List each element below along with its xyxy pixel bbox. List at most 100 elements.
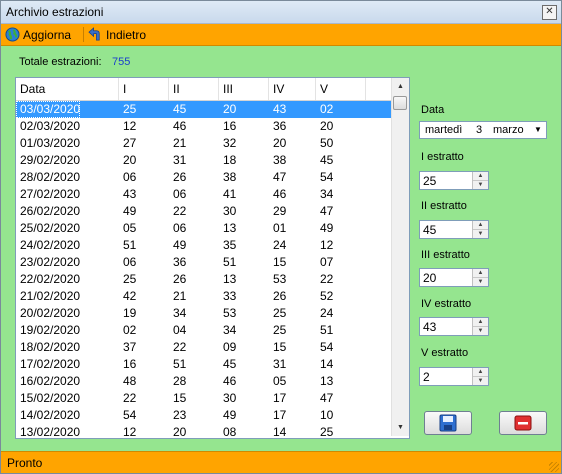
delete-button[interactable] (499, 411, 547, 435)
col-header-v[interactable]: V (316, 78, 366, 100)
table-row[interactable]: 20/02/2020 19 34 53 25 24 (16, 305, 392, 322)
scroll-thumb[interactable] (393, 96, 407, 110)
cell-date: 23/02/2020 (20, 255, 81, 269)
col-header-data[interactable]: Data (16, 78, 119, 100)
table-row[interactable]: 18/02/2020 37 22 09 15 54 (16, 339, 392, 356)
back-button[interactable]: Indietro (88, 26, 146, 43)
extract-1-stepper[interactable]: 25 ▲ ▼ (419, 171, 489, 190)
cell-number: 20 (123, 153, 137, 167)
spin-down-icon[interactable]: ▼ (473, 377, 488, 385)
cell-number: 26 (173, 272, 187, 286)
extract-4-stepper[interactable]: 43 ▲ ▼ (419, 317, 489, 336)
extract-5-stepper[interactable]: 2 ▲ ▼ (419, 367, 489, 386)
table-row[interactable]: 02/03/2020 12 46 16 36 20 (16, 118, 392, 135)
table-row[interactable]: 27/02/2020 43 06 41 46 34 (16, 186, 392, 203)
cell-date: 24/02/2020 (20, 238, 81, 252)
table-row[interactable]: 25/02/2020 05 06 13 01 49 (16, 220, 392, 237)
spin-up-icon[interactable]: ▲ (473, 368, 488, 377)
cell-number: 34 (173, 306, 187, 320)
col-header-iv[interactable]: IV (269, 78, 316, 100)
cell-number: 38 (223, 170, 237, 184)
extract-3-stepper[interactable]: 20 ▲ ▼ (419, 268, 489, 287)
table-row[interactable]: 16/02/2020 48 28 46 05 13 (16, 373, 392, 390)
cell-number: 13 (223, 221, 237, 235)
cell-number: 36 (173, 255, 187, 269)
cell-number: 06 (173, 187, 187, 201)
table-row[interactable]: 01/03/2020 27 21 32 20 50 (16, 135, 392, 152)
field-label-1: I estratto (421, 151, 464, 163)
extract-2-value: 45 (423, 223, 437, 237)
archive-window: Archivio estrazioni ✕ Aggiorna Indietro … (0, 0, 562, 474)
cell-number: 26 (173, 170, 187, 184)
extract-2-stepper[interactable]: 45 ▲ ▼ (419, 220, 489, 239)
cell-number: 25 (320, 425, 334, 439)
cell-number: 51 (320, 323, 334, 337)
table-row[interactable]: 17/02/2020 16 51 45 31 14 (16, 356, 392, 373)
spin-down-icon[interactable]: ▼ (473, 181, 488, 189)
cell-number: 37 (123, 340, 137, 354)
spin-down-icon[interactable]: ▼ (473, 230, 488, 238)
cell-number: 17 (273, 408, 287, 422)
toolbar-separator (83, 27, 84, 42)
table-row[interactable]: 19/02/2020 02 04 34 25 51 (16, 322, 392, 339)
extractions-table[interactable]: Data I II III IV V 03/03/2020 25 45 20 43 02 0… (15, 77, 410, 439)
extract-4-value: 43 (423, 320, 437, 334)
cell-date: 03/03/2020 (16, 101, 81, 118)
cell-number: 33 (223, 289, 237, 303)
cell-number: 23 (173, 408, 187, 422)
cell-date: 13/02/2020 (20, 425, 81, 439)
spin-down-icon[interactable]: ▼ (473, 278, 488, 286)
table-row[interactable]: 26/02/2020 49 22 30 29 47 (16, 203, 392, 220)
table-row[interactable]: 14/02/2020 54 23 49 17 10 (16, 407, 392, 424)
cell-number: 15 (273, 340, 287, 354)
table-row[interactable]: 24/02/2020 51 49 35 24 12 (16, 237, 392, 254)
refresh-button[interactable]: Aggiorna (5, 26, 71, 43)
cell-number: 28 (173, 374, 187, 388)
cell-number: 30 (223, 391, 237, 405)
spin-up-icon[interactable]: ▲ (473, 269, 488, 278)
table-row[interactable]: 21/02/2020 42 21 33 26 52 (16, 288, 392, 305)
cell-number: 07 (320, 255, 334, 269)
save-button[interactable] (424, 411, 472, 435)
cell-number: 04 (173, 323, 187, 337)
field-label-3: III estratto (421, 249, 470, 261)
date-picker[interactable]: martedì 3 marzo ▼ (419, 121, 547, 139)
spin-up-icon[interactable]: ▲ (473, 221, 488, 230)
cell-number: 51 (173, 357, 187, 371)
cell-number: 01 (273, 221, 287, 235)
cell-number: 46 (273, 187, 287, 201)
cell-number: 21 (173, 289, 187, 303)
cell-number: 20 (173, 425, 187, 439)
table-row[interactable]: 13/02/2020 12 20 08 14 25 (16, 424, 392, 439)
spin-down-icon[interactable]: ▼ (473, 327, 488, 335)
cell-number: 47 (320, 204, 334, 218)
cell-number: 27 (123, 136, 137, 150)
table-row[interactable]: 23/02/2020 06 36 51 15 07 (16, 254, 392, 271)
vertical-scrollbar[interactable]: ▲ ▼ (391, 78, 409, 436)
scroll-up-icon[interactable]: ▲ (392, 78, 409, 95)
cell-date: 18/02/2020 (20, 340, 81, 354)
table-row[interactable]: 29/02/2020 20 31 18 38 45 (16, 152, 392, 169)
cell-number: 08 (223, 425, 237, 439)
spin-up-icon[interactable]: ▲ (473, 318, 488, 327)
cell-number: 31 (273, 357, 287, 371)
date-day: 3 (476, 124, 483, 136)
table-row[interactable]: 28/02/2020 06 26 38 47 54 (16, 169, 392, 186)
table-row[interactable]: 22/02/2020 25 26 13 53 22 (16, 271, 392, 288)
back-label: Indietro (106, 27, 147, 42)
col-header-iii[interactable]: III (219, 78, 269, 100)
col-header-i[interactable]: I (119, 78, 169, 100)
cell-number: 45 (173, 102, 187, 116)
chevron-down-icon[interactable]: ▼ (531, 123, 545, 137)
resize-grip[interactable] (549, 462, 559, 472)
scroll-down-icon[interactable]: ▼ (392, 419, 409, 436)
col-header-ii[interactable]: II (169, 78, 219, 100)
close-button[interactable]: ✕ (542, 5, 557, 20)
table-row[interactable]: 15/02/2020 22 15 30 17 47 (16, 390, 392, 407)
cell-number: 15 (173, 391, 187, 405)
cell-date: 20/02/2020 (20, 306, 81, 320)
table-row[interactable]: 03/03/2020 25 45 20 43 02 (16, 101, 392, 118)
back-arrow-icon (88, 27, 100, 41)
spin-up-icon[interactable]: ▲ (473, 172, 488, 181)
cell-number: 31 (173, 153, 187, 167)
